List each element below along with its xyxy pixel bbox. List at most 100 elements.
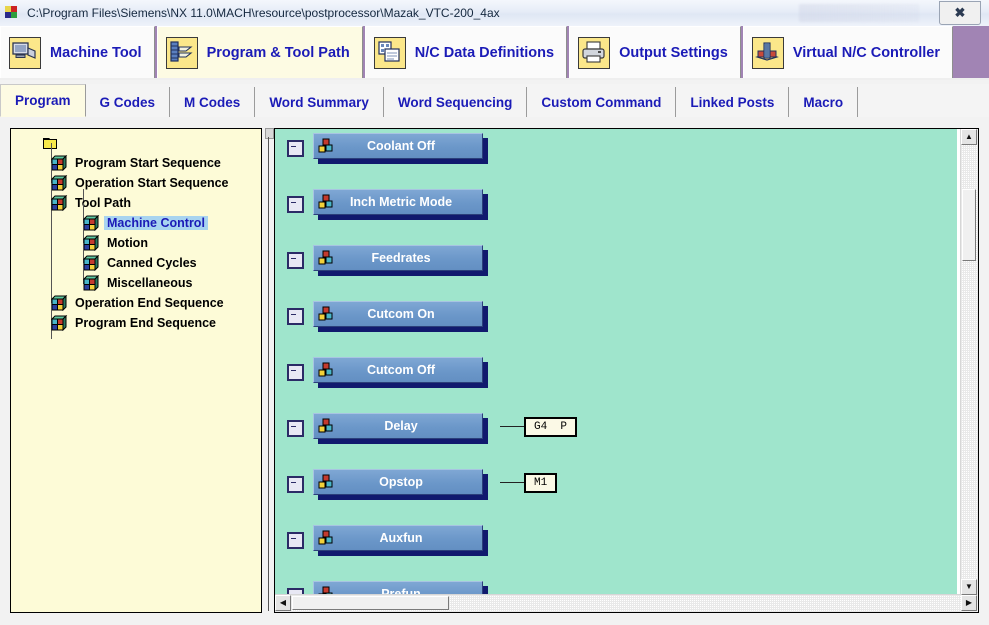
tab-g-codes[interactable]: G Codes <box>85 87 171 117</box>
ribbon-tab-output-settings[interactable]: Output Settings <box>569 26 741 78</box>
program-tree-panel[interactable]: Program Start Sequence Operation Start S… <box>10 128 262 613</box>
block-row-cutcom-off[interactable]: Cutcom Off <box>275 357 488 401</box>
block-cutcom-on[interactable]: Cutcom On <box>313 301 488 332</box>
vertical-scroll-thumb[interactable] <box>962 189 976 261</box>
tab-word-sequencing[interactable]: Word Sequencing <box>383 87 528 117</box>
window-title: C:\Program Files\Siemens\NX 11.0\MACH\re… <box>27 6 500 20</box>
block-body[interactable]: Auxfun <box>313 525 483 551</box>
tab-word-summary[interactable]: Word Summary <box>255 87 384 117</box>
tree-item-label: Motion <box>107 236 148 250</box>
tree-item-label: Tool Path <box>75 196 132 210</box>
tab-program[interactable]: Program <box>0 84 86 117</box>
block-body[interactable]: Cutcom Off <box>313 357 483 383</box>
block-coolant-off[interactable]: Coolant Off <box>313 133 488 164</box>
block-cube-icon <box>50 314 68 332</box>
block-cube-icon <box>318 250 334 266</box>
block-canvas[interactable]: Coolant Off Inch Metric Mode Feedrates C… <box>275 129 957 595</box>
close-button[interactable]: ✖ <box>939 1 981 25</box>
block-auxfun[interactable]: Auxfun <box>313 525 488 556</box>
block-canvas-panel[interactable]: Coolant Off Inch Metric Mode Feedrates C… <box>274 128 979 613</box>
block-body[interactable]: Opstop <box>313 469 483 495</box>
scrollbar-corner: ▶ <box>961 595 978 612</box>
block-row-auxfun[interactable]: Auxfun <box>275 525 488 569</box>
collapse-toggle-icon[interactable] <box>287 196 304 213</box>
ribbon-filler <box>955 26 989 78</box>
nc-data-definitions-icon <box>373 36 406 69</box>
block-body[interactable]: Cutcom On <box>313 301 483 327</box>
ribbon-tab-virtual-nc-controller[interactable]: Virtual N/C Controller <box>742 26 954 78</box>
tab-m-codes[interactable]: M Codes <box>170 87 256 117</box>
collapse-toggle-icon[interactable] <box>287 420 304 437</box>
tree-item-operation-end-sequence[interactable]: Operation End Sequence <box>11 283 261 313</box>
tree-item-miscellaneous[interactable]: Miscellaneous <box>11 263 261 293</box>
tree-root[interactable] <box>11 133 261 153</box>
block-delay[interactable]: Delay G4 P <box>313 413 578 444</box>
scroll-down-button[interactable]: ▼ <box>961 579 977 595</box>
block-row-coolant-off[interactable]: Coolant Off <box>275 133 488 177</box>
splitter-bar <box>268 137 269 611</box>
program-tree: Program Start Sequence Operation Start S… <box>11 129 261 339</box>
scroll-up-button[interactable]: ▲ <box>961 129 977 145</box>
ribbon-tab-machine-tool[interactable]: Machine Tool <box>0 26 155 78</box>
tab-custom-command[interactable]: Custom Command <box>527 87 677 117</box>
collapse-toggle-icon[interactable] <box>287 364 304 381</box>
ribbon-tab-nc-data-definitions[interactable]: N/C Data Definitions <box>364 26 568 78</box>
tree-item-program-start-sequence[interactable]: Program Start Sequence <box>11 143 261 173</box>
collapse-toggle-icon[interactable] <box>287 532 304 549</box>
block-row-inch-metric-mode[interactable]: Inch Metric Mode <box>275 189 488 233</box>
tree-item-label: Program End Sequence <box>75 316 217 330</box>
vertical-scrollbar[interactable]: ▲ ▼ <box>960 129 978 595</box>
main-body: Program Start Sequence Operation Start S… <box>0 117 989 625</box>
block-row-delay[interactable]: Delay G4 P <box>275 413 578 457</box>
tree-item-tool-path[interactable]: Tool Path <box>11 183 261 213</box>
collapse-toggle-icon[interactable] <box>287 476 304 493</box>
block-cube-icon <box>82 274 100 292</box>
tree-item-machine-control[interactable]: Machine Control <box>11 203 261 233</box>
splitter-grip[interactable] <box>265 128 274 139</box>
block-inch-metric-mode[interactable]: Inch Metric Mode <box>313 189 488 220</box>
postbuilder-window: C:\Program Files\Siemens\NX 11.0\MACH\re… <box>0 0 989 625</box>
block-body[interactable]: Inch Metric Mode <box>313 189 483 215</box>
title-bar: C:\Program Files\Siemens\NX 11.0\MACH\re… <box>0 0 989 27</box>
ribbon-tab-nc-data-definitions-label: N/C Data Definitions <box>414 44 555 61</box>
collapse-toggle-icon[interactable] <box>287 252 304 269</box>
horizontal-scrollbar[interactable]: ◀ <box>275 594 961 612</box>
collapse-toggle-icon[interactable] <box>287 140 304 157</box>
block-body[interactable]: Prefun <box>313 581 483 595</box>
tree-item-label: Program Start Sequence <box>75 156 221 170</box>
tree-item-operation-start-sequence[interactable]: Operation Start Sequence <box>11 163 261 193</box>
ribbon-tab-program-tool-path[interactable]: Program & Tool Path <box>156 26 363 78</box>
block-cube-icon <box>50 194 68 212</box>
block-cube-icon <box>318 194 334 210</box>
tree-item-motion[interactable]: Motion <box>11 223 261 253</box>
block-connector-line <box>500 426 524 427</box>
block-row-prefun[interactable]: Prefun <box>275 581 488 595</box>
tree-item-canned-cycles[interactable]: Canned Cycles <box>11 243 261 273</box>
horizontal-scroll-thumb[interactable] <box>292 596 449 610</box>
ribbon-tab-output-settings-label: Output Settings <box>619 44 728 61</box>
block-row-cutcom-on[interactable]: Cutcom On <box>275 301 488 345</box>
scroll-right-button[interactable]: ▶ <box>961 595 977 611</box>
block-feedrates[interactable]: Feedrates <box>313 245 488 276</box>
scroll-left-button[interactable]: ◀ <box>275 595 291 611</box>
tree-item-program-end-sequence[interactable]: Program End Sequence <box>11 303 261 333</box>
tab-linked-posts[interactable]: Linked Posts <box>676 87 790 117</box>
block-opstop[interactable]: Opstop M1 <box>313 469 558 500</box>
code-word-box[interactable]: M1 <box>524 473 558 493</box>
block-cutcom-off[interactable]: Cutcom Off <box>313 357 488 388</box>
block-row-feedrates[interactable]: Feedrates <box>275 245 488 289</box>
block-label: Auxfun <box>379 531 423 545</box>
block-label: Feedrates <box>371 251 431 265</box>
block-body[interactable]: Coolant Off <box>313 133 483 159</box>
block-body[interactable]: Delay <box>313 413 483 439</box>
virtual-nc-controller-icon <box>751 36 784 69</box>
code-word-box[interactable]: G4 P <box>524 417 578 437</box>
block-prefun[interactable]: Prefun <box>313 581 488 595</box>
collapse-toggle-icon[interactable] <box>287 308 304 325</box>
block-body[interactable]: Feedrates <box>313 245 483 271</box>
block-label: Opstop <box>379 475 423 489</box>
tab-macro[interactable]: Macro <box>789 87 859 117</box>
panel-splitter[interactable] <box>265 128 274 611</box>
block-cube-icon <box>318 138 334 154</box>
block-row-opstop[interactable]: Opstop M1 <box>275 469 558 513</box>
